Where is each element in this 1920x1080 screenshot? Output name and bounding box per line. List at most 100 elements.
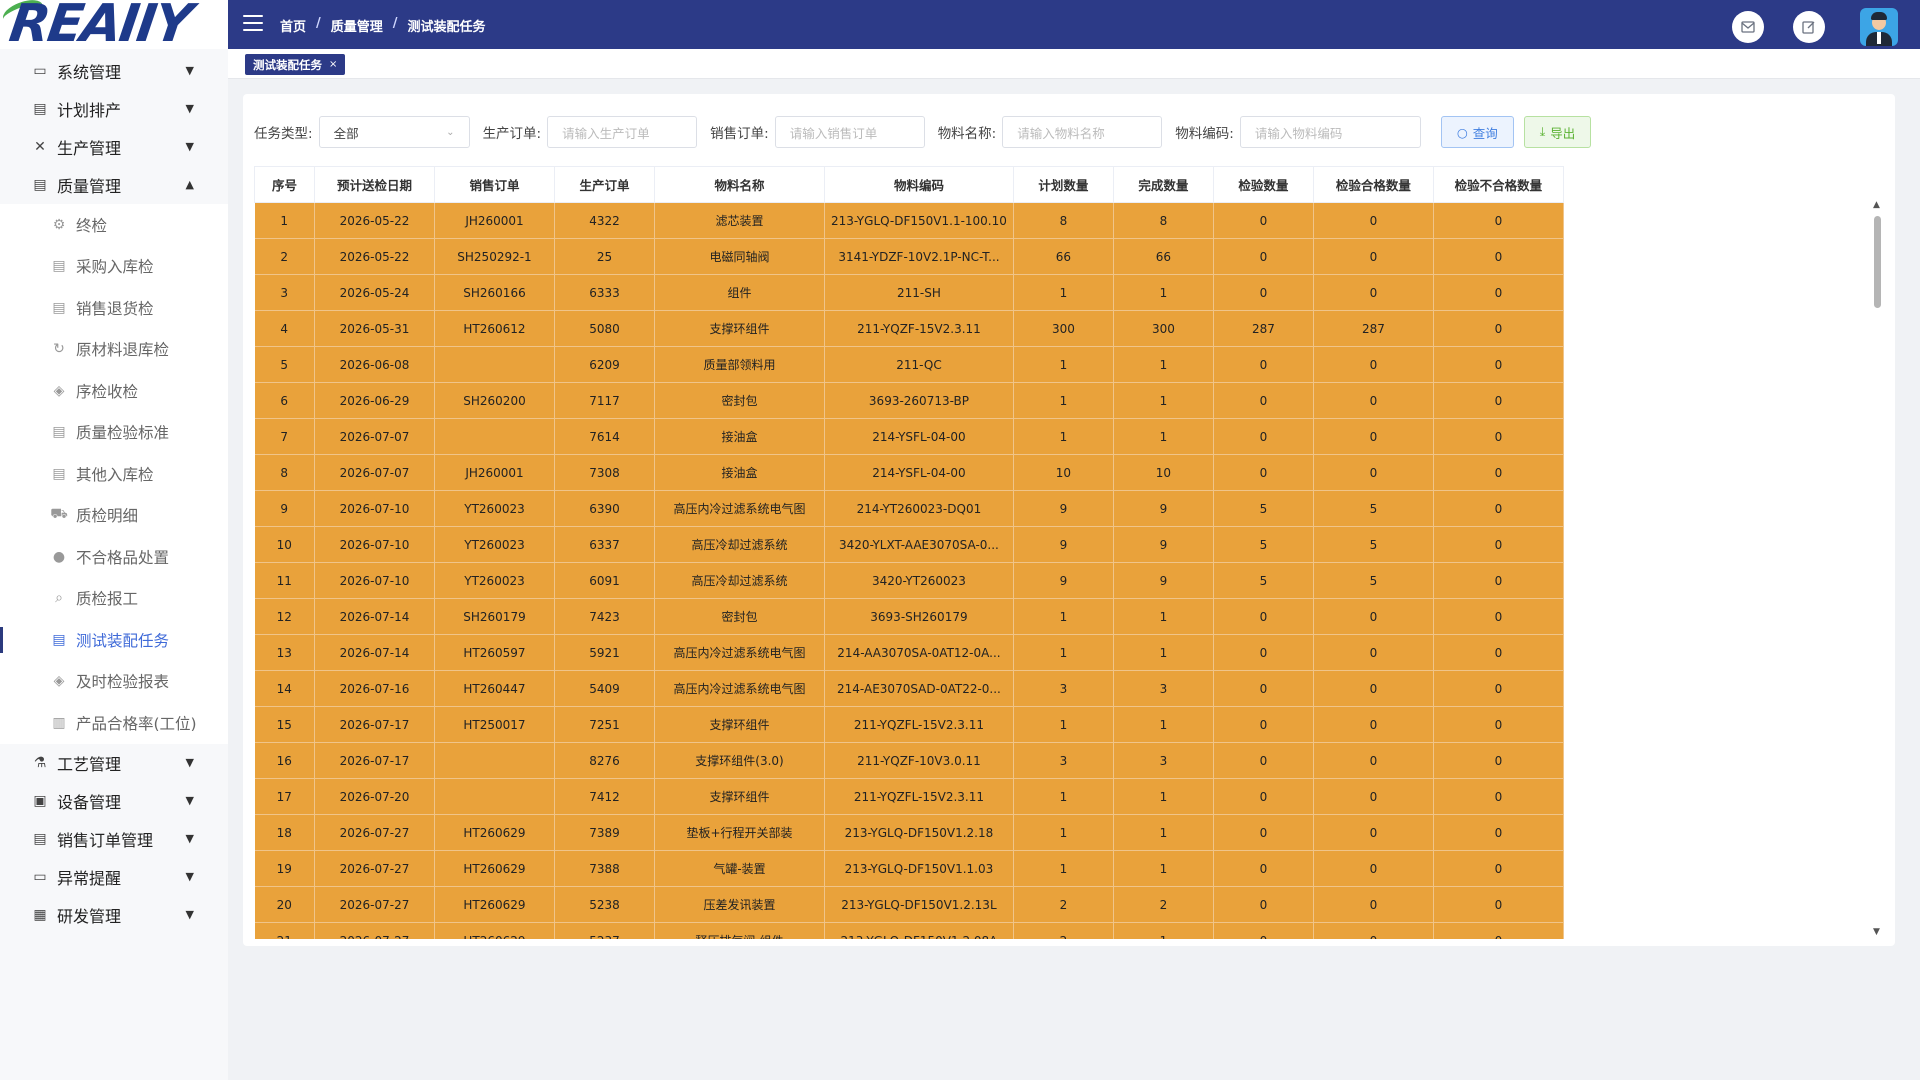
breadcrumb-home[interactable]: 首页 bbox=[280, 16, 306, 35]
table-cell: 0 bbox=[1313, 670, 1434, 707]
table-cell: 15 bbox=[254, 706, 315, 743]
sidebar-item-3[interactable]: ↻ 原材料退库检 bbox=[0, 329, 228, 371]
table-row[interactable]: 6 2026-06-29 SH260200 7117 密封包 3693-260713-BP… bbox=[254, 382, 1564, 419]
table-row[interactable]: 12 2026-07-14 SH260179 7423 密封包 3693-SH260179… bbox=[254, 598, 1564, 635]
column-header[interactable]: 物料编码 bbox=[824, 166, 1014, 203]
sidebar-group-5[interactable]: ▣ 设备管理 ▼ bbox=[0, 782, 228, 820]
sidebar-item-11[interactable]: ◈ 及时检验报表 bbox=[0, 661, 228, 703]
query-button[interactable]: ○ 查询 bbox=[1440, 116, 1514, 148]
table-row[interactable]: 14 2026-07-16 HT260447 5409 高压内冷过滤系统电气图 214-A… bbox=[254, 670, 1564, 707]
sidebar-item-12[interactable]: ▥ 产品合格率(工位) bbox=[0, 702, 228, 744]
table-row[interactable]: 18 2026-07-27 HT260629 7389 垫板+行程开关部装 213-YGL… bbox=[254, 814, 1564, 851]
monitor-icon: ▭ bbox=[33, 63, 47, 79]
table-cell: 66 bbox=[1113, 238, 1214, 275]
column-header[interactable]: 检验数量 bbox=[1212, 166, 1314, 203]
column-header[interactable]: 计划数量 bbox=[1012, 166, 1114, 203]
column-header[interactable]: 物料名称 bbox=[654, 166, 825, 203]
table-cell: 11 bbox=[254, 562, 315, 599]
scrollbar-thumb[interactable] bbox=[1874, 216, 1881, 308]
column-header[interactable]: 检验合格数量 bbox=[1312, 166, 1434, 203]
table-row[interactable]: 10 2026-07-10 YT260023 6337 高压冷却过滤系统 3420-YLX… bbox=[254, 526, 1564, 563]
sidebar-item-9[interactable]: ⌕ 质检报工 bbox=[0, 578, 228, 620]
sidebar-item-7[interactable]: ⛟ 质检明细 bbox=[0, 495, 228, 537]
column-header[interactable]: 生产订单 bbox=[554, 166, 655, 203]
column-header[interactable]: 检验不合格数量 bbox=[1432, 166, 1564, 203]
table-cell: 0 bbox=[1213, 454, 1314, 491]
table-row[interactable]: 2 2026-05-22 SH250292-1 25 电磁同轴阀 3141-YDZF-10… bbox=[254, 238, 1564, 275]
column-header[interactable]: 序号 bbox=[254, 166, 315, 203]
sidebar-item-1[interactable]: ▤ 采购入库检 bbox=[0, 246, 228, 288]
production-order-input[interactable]: 请输入生产订单 bbox=[547, 116, 698, 148]
scroll-up-icon[interactable]: ▲ bbox=[1873, 200, 1880, 210]
table-cell: 214-YSFL-04-00 bbox=[824, 454, 1014, 491]
table-row[interactable]: 19 2026-07-27 HT260629 7388 气罐-装置 213-YGLQ-DF… bbox=[254, 850, 1564, 887]
edit-icon[interactable] bbox=[1793, 11, 1825, 43]
sidebar-group-8[interactable]: ▦ 研发管理 ▼ bbox=[0, 896, 228, 934]
sidebar-item-6[interactable]: ▤ 其他入库检 bbox=[0, 453, 228, 495]
material-name-input[interactable]: 请输入物料名称 bbox=[1002, 116, 1163, 148]
task-type-select[interactable]: 全部 ⌄ bbox=[318, 116, 470, 148]
table-cell: 5409 bbox=[554, 670, 655, 707]
search-icon: ○ bbox=[1456, 124, 1468, 140]
sidebar-group-0[interactable]: ▭ 系统管理 ▼ bbox=[0, 52, 228, 90]
sidebar-group-3[interactable]: ▤ 质量管理 ▲ bbox=[0, 166, 228, 204]
sidebar-item-8[interactable]: ● 不合格品处置 bbox=[0, 536, 228, 578]
table-cell: 2026-07-27 bbox=[314, 922, 435, 939]
tab-close-icon[interactable]: × bbox=[329, 59, 337, 70]
column-header[interactable]: 销售订单 bbox=[434, 166, 555, 203]
sidebar-group-label: 异常提醒 bbox=[57, 868, 122, 888]
sidebar-item-4[interactable]: ◈ 序检收检 bbox=[0, 370, 228, 412]
user-avatar[interactable] bbox=[1860, 8, 1898, 46]
table-row[interactable]: 9 2026-07-10 YT260023 6390 高压内冷过滤系统电气图 214-YT… bbox=[254, 490, 1564, 527]
table-row[interactable]: 20 2026-07-27 HT260629 5238 压差发讯装置 213-YGLQ-D… bbox=[254, 886, 1564, 923]
table-cell: YT260023 bbox=[434, 562, 555, 599]
sidebar-item-10[interactable]: ▤ 测试装配任务 bbox=[0, 619, 228, 661]
table-cell: 5 bbox=[1213, 490, 1314, 527]
scroll-down-icon[interactable]: ▼ bbox=[1873, 927, 1880, 937]
table-cell: 7388 bbox=[554, 850, 655, 887]
table-cell: JH260001 bbox=[434, 454, 555, 491]
table-cell: 211-YQZF-10V3.0.11 bbox=[824, 742, 1014, 779]
table-row[interactable]: 4 2026-05-31 HT260612 5080 支撑环组件 211-YQZF-15V… bbox=[254, 310, 1564, 347]
material-code-input[interactable]: 请输入物料编码 bbox=[1239, 116, 1421, 148]
table-row[interactable]: 15 2026-07-17 HT250017 7251 支撑环组件 211-YQZFL-1… bbox=[254, 706, 1564, 743]
table-row[interactable]: 1 2026-05-22 JH260001 4322 滤芯装置 213-YGLQ-DF15… bbox=[254, 202, 1564, 239]
column-header[interactable]: 完成数量 bbox=[1112, 166, 1214, 203]
table-row[interactable]: 8 2026-07-07 JH260001 7308 接油盒 214-YSFL-04-00… bbox=[254, 454, 1564, 491]
table-row[interactable]: 13 2026-07-14 HT260597 5921 高压内冷过滤系统电气图 214-A… bbox=[254, 634, 1564, 671]
sidebar-item-5[interactable]: ▤ 质量检验标准 bbox=[0, 412, 228, 454]
breadcrumb-quality[interactable]: 质量管理 bbox=[331, 16, 383, 35]
table-cell: 2026-05-31 bbox=[314, 310, 435, 347]
table-row[interactable]: 17 2026-07-20 7412 支撑环组件 211-YQZFL-15V2.3.11… bbox=[254, 778, 1564, 815]
sidebar-group-1[interactable]: ▤ 计划排产 ▼ bbox=[0, 90, 228, 128]
table-cell bbox=[434, 742, 555, 779]
chevron-down-icon: ▼ bbox=[185, 907, 194, 921]
sidebar-item-2[interactable]: ▤ 销售退货检 bbox=[0, 287, 228, 329]
table-row[interactable]: 16 2026-07-17 8276 支撑环组件(3.0) 211-YQZF-10V3.… bbox=[254, 742, 1564, 779]
sidebar-group-6[interactable]: ▤ 销售订单管理 ▼ bbox=[0, 820, 228, 858]
column-header[interactable]: 预计送检日期 bbox=[314, 166, 435, 203]
sidebar-group-2[interactable]: ✕ 生产管理 ▼ bbox=[0, 128, 228, 166]
table-row[interactable]: 5 2026-06-08 6209 质量部领料用 211-QC 1 1 0 0 0 bbox=[254, 346, 1564, 383]
menu-toggle-icon[interactable] bbox=[243, 15, 263, 31]
sales-order-input[interactable]: 请输入销售订单 bbox=[774, 116, 925, 148]
table-cell: 0 bbox=[1213, 418, 1314, 455]
table-cell: 密封包 bbox=[654, 598, 825, 635]
sales-order-label: 销售订单: bbox=[710, 126, 769, 142]
table-row[interactable]: 212026-07-27HT2606295237释压排气阀-组件213-YGLQ… bbox=[254, 922, 1564, 939]
table-row[interactable]: 3 2026-05-24 SH260166 6333 组件 211-SH 1 1 0 0 0 bbox=[254, 274, 1564, 311]
table-cell: 66 bbox=[1013, 238, 1114, 275]
mail-icon[interactable] bbox=[1732, 11, 1764, 43]
export-button[interactable]: ⤓ 导出 bbox=[1523, 116, 1592, 148]
table-row[interactable]: 7 2026-07-07 7614 接油盒 214-YSFL-04-00 1 1 0 0 0 bbox=[254, 418, 1564, 455]
tab-test-assembly-task[interactable]: 测试装配任务 × bbox=[245, 54, 346, 75]
sidebar-group-7[interactable]: ▭ 异常提醒 ▼ bbox=[0, 858, 228, 896]
table-cell: 高压内冷过滤系统电气图 bbox=[654, 670, 825, 707]
sidebar-group-4[interactable]: ⚗ 工艺管理 ▼ bbox=[0, 744, 228, 782]
vertical-scrollbar[interactable]: ▲ ▼ bbox=[1870, 166, 1884, 939]
table-row[interactable]: 11 2026-07-10 YT260023 6091 高压冷却过滤系统 3420-YT2… bbox=[254, 562, 1564, 599]
table-cell: 0 bbox=[1213, 742, 1314, 779]
table-cell: 1 bbox=[1113, 922, 1214, 939]
table-cell: 高压内冷过滤系统电气图 bbox=[654, 490, 825, 527]
sidebar-item-0[interactable]: ⚙ 终检 bbox=[0, 204, 228, 246]
